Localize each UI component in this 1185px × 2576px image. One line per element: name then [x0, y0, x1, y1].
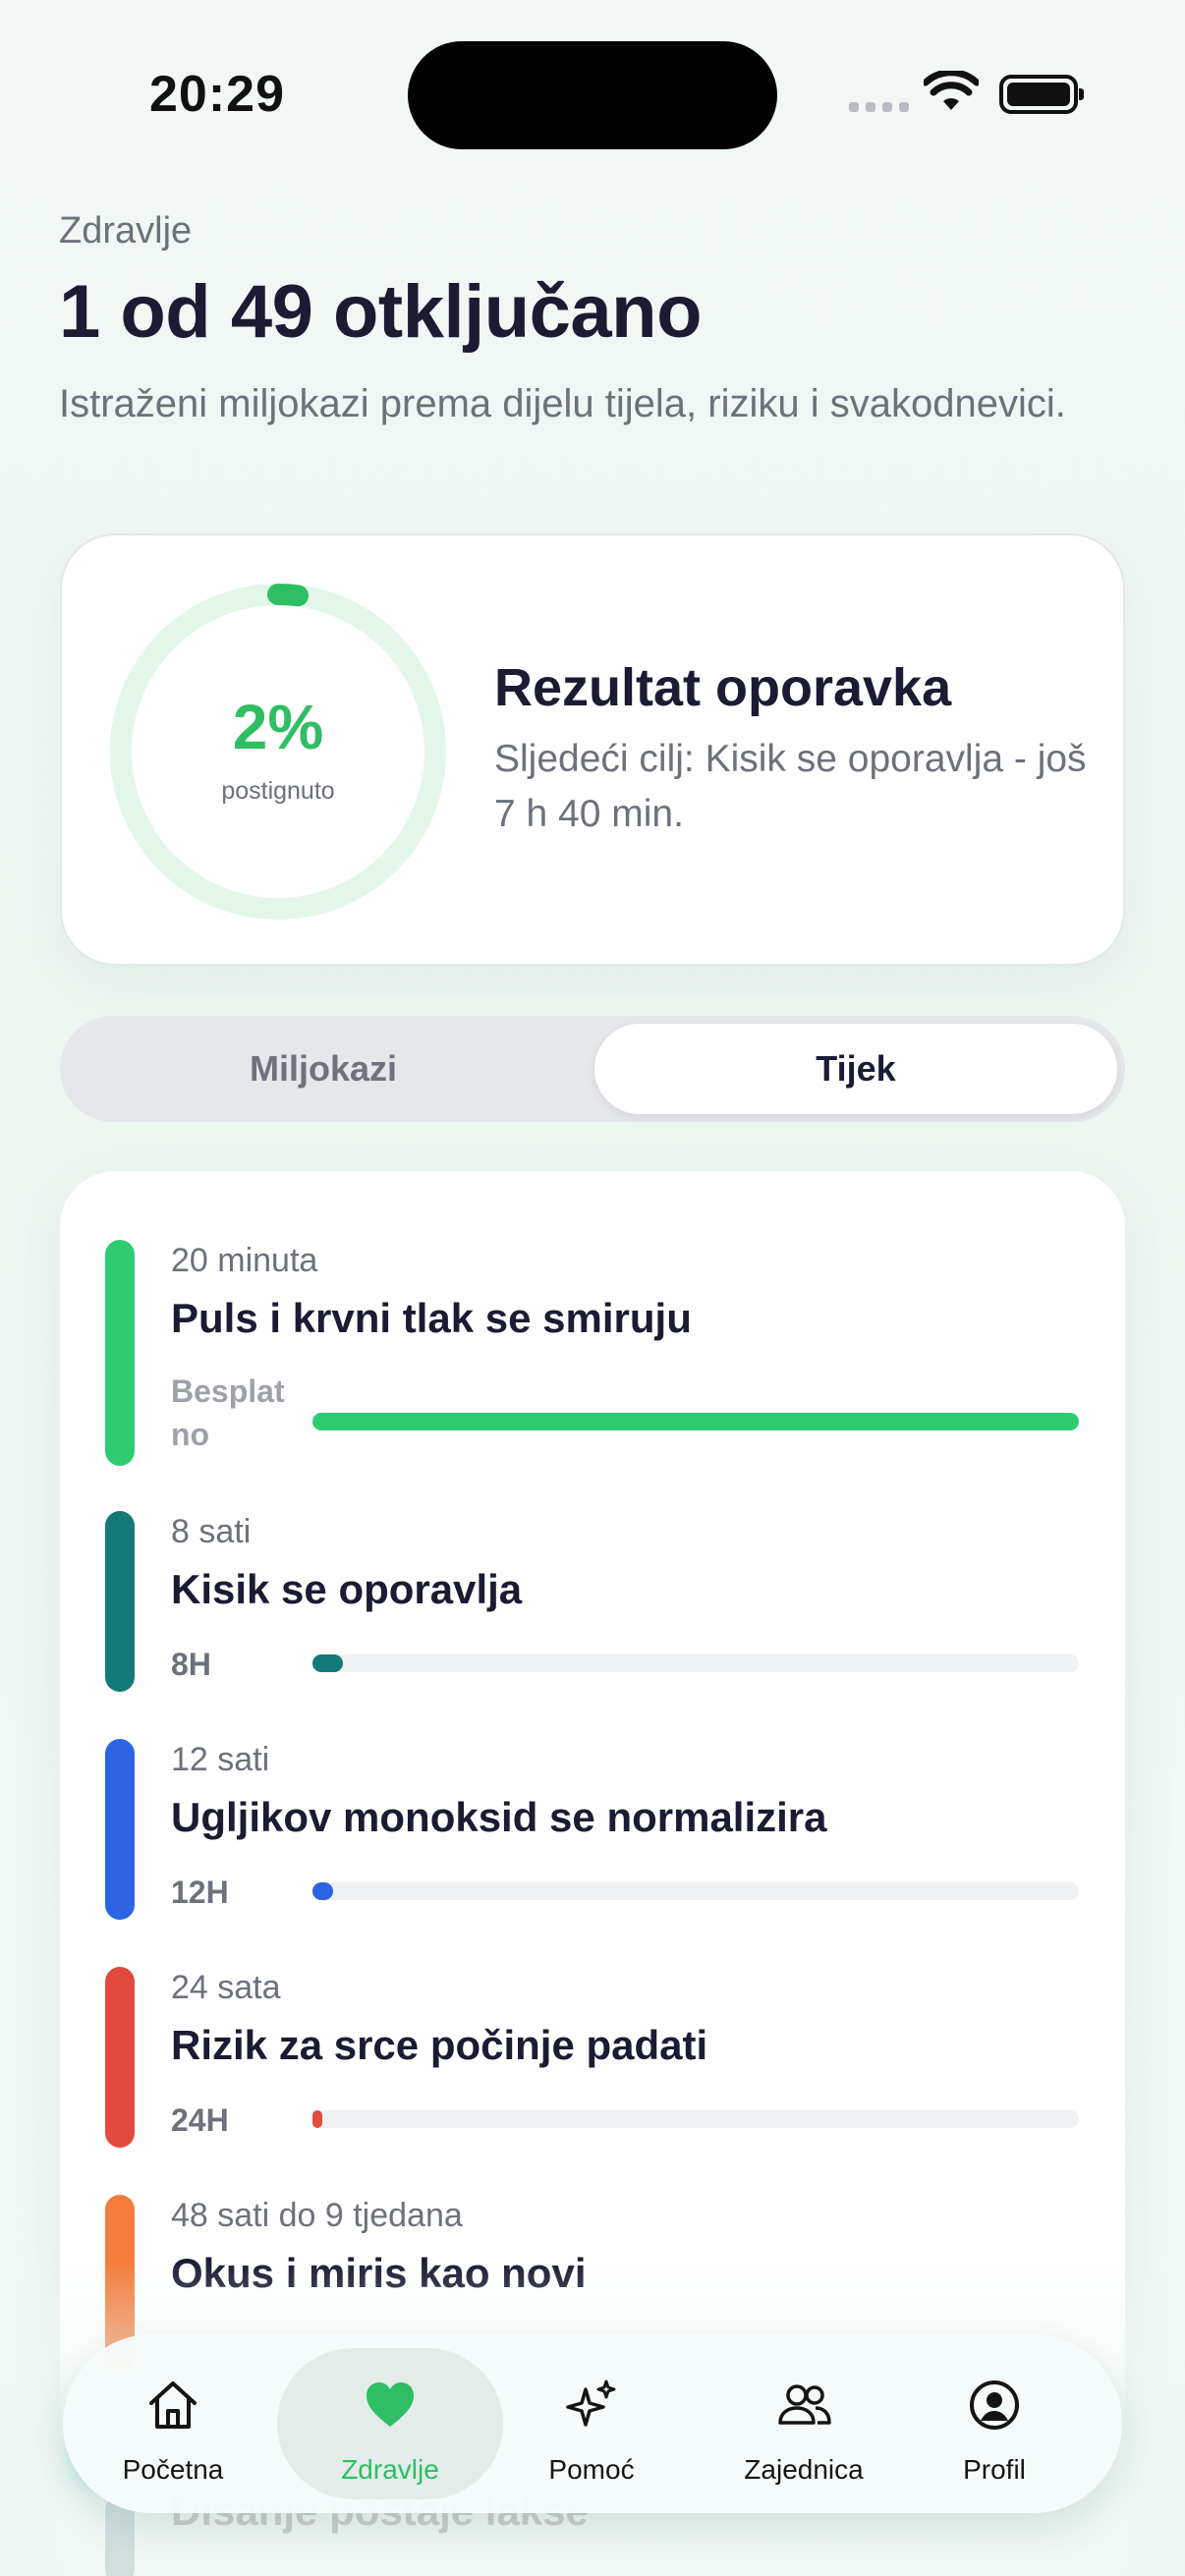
timeline-time: 20 minuta [171, 1242, 318, 1279]
section-eyebrow: Zdravlje [59, 210, 193, 252]
timeline-color-bar [105, 1240, 135, 1466]
next-goal-text: Sljedeći cilj: Kisik se oporavlja - još … [494, 738, 1087, 835]
timeline-color-bar [105, 1511, 135, 1692]
profile-icon [970, 2380, 1019, 2430]
timeline-time: 12 sati [171, 1741, 270, 1778]
tab-label: Zdravlje [341, 2454, 439, 2485]
timeline-progress-track [312, 1654, 1079, 1672]
progress-ring: 2% postignuto [109, 583, 447, 921]
tab-label: Zajednica [744, 2454, 864, 2485]
dynamic-island [408, 41, 777, 149]
tab-label: Profil [963, 2454, 1026, 2485]
tab-health[interactable]: Zdravlje [277, 2348, 503, 2499]
tab-home[interactable]: Početna [75, 2348, 271, 2499]
timeline-time: 24 sata [171, 1969, 281, 2006]
segment-milestones[interactable]: Miljokazi [68, 1024, 579, 1114]
wifi-icon [924, 71, 979, 110]
tab-help[interactable]: Pomoć [493, 2348, 690, 2499]
progress-percent: 2% [232, 692, 324, 762]
timeline-progress-track [312, 2110, 1079, 2128]
timeline-progress-fill [312, 2110, 323, 2128]
people-icon [778, 2384, 831, 2425]
timeline-tag: 24H [171, 2102, 229, 2138]
timeline-item[interactable]: 12 sati Ugljikov monoksid se normalizira… [60, 1739, 1125, 1920]
bottom-tab-bar: Početna Zdravlje Pomoć Zajednica Profil [63, 2334, 1122, 2513]
timeline-progress-fill [312, 1882, 334, 1900]
timeline-item[interactable]: 24 sata Rizik za srce počinje padati 24H [60, 1967, 1125, 2148]
segment-timeline[interactable]: Tijek [594, 1024, 1117, 1114]
clock: 20:29 [149, 66, 285, 123]
timeline-tag: 12H [171, 1875, 229, 1910]
timeline-progress-track [312, 1882, 1079, 1900]
tab-label: Početna [122, 2454, 224, 2485]
heart-icon [367, 2382, 414, 2427]
timeline-tag-line: Besplat [171, 1373, 285, 1409]
timeline-progress-fill [312, 1413, 1079, 1430]
score-title: Rezultat oporavka [494, 658, 952, 717]
timeline-title: Kisik se oporavlja [171, 1566, 523, 1612]
timeline-progress-fill [312, 1654, 344, 1672]
timeline-title: Rizik za srce počinje padati [171, 2022, 708, 2068]
cellular-signal-icon [849, 102, 909, 112]
battery-icon [999, 75, 1084, 114]
progress-caption: postignuto [221, 777, 335, 805]
page-title: 1 od 49 otključano [59, 270, 703, 354]
timeline-time: 8 sati [171, 1513, 252, 1550]
tab-community[interactable]: Zajednica [696, 2348, 912, 2499]
status-bar: 20:29 [0, 0, 1185, 187]
timeline-title: Ugljikov monoksid se normalizira [171, 1794, 827, 1840]
sparkles-icon [566, 2380, 616, 2427]
timeline-color-bar [105, 1739, 135, 1920]
timeline-tag-line: no [171, 1417, 210, 1452]
tab-label: Pomoć [548, 2454, 635, 2485]
timeline-time: 48 sati do 9 tjedana [171, 2197, 463, 2234]
timeline-color-bar [105, 1967, 135, 2148]
tab-profile[interactable]: Profil [896, 2348, 1093, 2499]
timeline-tag: Besplat no [171, 1370, 299, 1456]
recovery-score-card: 2% postignuto Rezultat oporavka Sljedeći… [60, 533, 1125, 966]
page-subtitle: Istraženi miljokazi prema dijelu tijela,… [59, 382, 1066, 425]
view-segmented-control: Miljokazi Tijek [60, 1016, 1125, 1122]
home-icon [149, 2381, 197, 2429]
timeline-item[interactable]: 8 sati Kisik se oporavlja 8H [60, 1511, 1125, 1692]
timeline-tag: 8H [171, 1647, 211, 1682]
timeline-progress-track [312, 1413, 1079, 1430]
timeline-title: Puls i krvni tlak se smiruju [171, 1295, 692, 1341]
timeline-item[interactable]: 20 minuta Puls i krvni tlak se smiruju B… [60, 1240, 1125, 1466]
